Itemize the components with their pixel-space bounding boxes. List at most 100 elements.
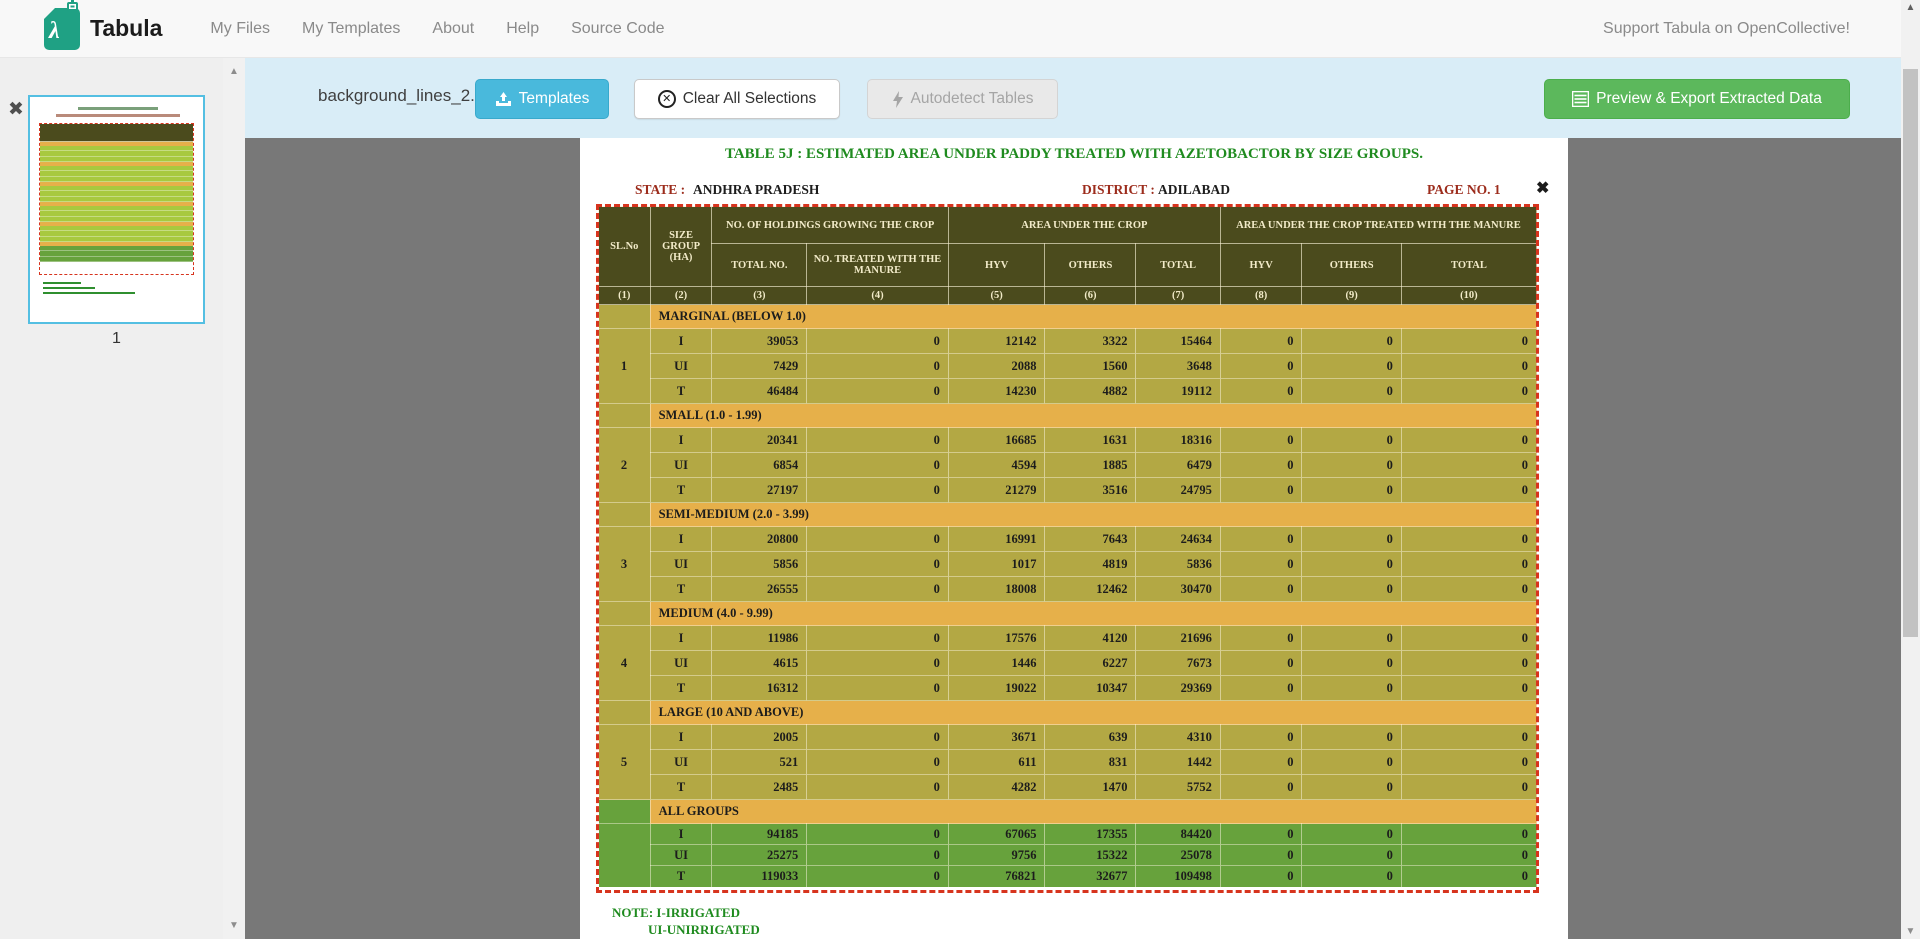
page-thumbnail[interactable] [28, 95, 205, 324]
nav-item-my-templates[interactable]: My Templates [286, 10, 416, 48]
value-cell: 1560 [1045, 354, 1136, 379]
group-header-row: MARGINAL (BELOW 1.0) [599, 305, 1537, 329]
group-slno-spacer [599, 305, 651, 329]
value-cell: 0 [1220, 577, 1302, 602]
value-cell: 15464 [1136, 329, 1220, 354]
column-number: (1) [599, 287, 651, 305]
column-subheader: TOTAL [1401, 244, 1536, 287]
nav-item-help[interactable]: Help [490, 10, 555, 48]
value-cell: 0 [1302, 577, 1401, 602]
value-cell: 0 [1401, 453, 1536, 478]
pdf-note-line1: NOTE: I-IRRIGATED [612, 905, 740, 921]
row-label-cell: T [650, 866, 712, 887]
value-cell: 84420 [1136, 824, 1220, 845]
scrollbar-thumb[interactable] [1903, 69, 1918, 637]
sidebar-scrollbar[interactable]: ▲ ▼ [223, 58, 245, 939]
value-cell: 0 [1220, 750, 1302, 775]
group-header-row: SMALL (1.0 - 1.99) [599, 404, 1537, 428]
table-row: 1I39053012142332215464000 [599, 329, 1537, 354]
value-cell: 29369 [1136, 676, 1220, 701]
value-cell: 0 [1302, 824, 1401, 845]
nav-item-source-code[interactable]: Source Code [555, 10, 680, 48]
value-cell: 27197 [712, 478, 807, 503]
value-cell: 26555 [712, 577, 807, 602]
clear-all-selections-button[interactable]: ✕ Clear All Selections [634, 79, 840, 119]
value-cell: 0 [1302, 379, 1401, 404]
value-cell: 0 [807, 379, 949, 404]
value-cell: 2005 [712, 725, 807, 750]
value-cell: 5856 [712, 552, 807, 577]
row-label-cell: I [650, 329, 712, 354]
value-cell: 0 [807, 552, 949, 577]
table-row: UI74290208815603648000 [599, 354, 1537, 379]
nav-item-my-files[interactable]: My Files [194, 10, 286, 48]
sidebar-scroll-down-icon[interactable]: ▼ [223, 920, 245, 931]
slno-cell [599, 824, 651, 887]
pages-sidebar: ✖ 1 ▲ ▼ [0, 58, 245, 939]
scroll-up-icon[interactable]: ▲ [1901, 2, 1920, 13]
circle-x-icon: ✕ [658, 90, 676, 108]
value-cell: 1631 [1045, 428, 1136, 453]
value-cell: 0 [807, 428, 949, 453]
value-cell: 0 [807, 725, 949, 750]
value-cell: 1885 [1045, 453, 1136, 478]
value-cell: 0 [1302, 453, 1401, 478]
value-cell: 0 [807, 626, 949, 651]
column-header: AREA UNDER THE CROP [948, 207, 1220, 244]
group-slno-spacer [599, 701, 651, 725]
tabula-logo-icon: λ [44, 8, 80, 50]
value-cell: 4282 [948, 775, 1045, 800]
value-cell: 0 [1401, 750, 1536, 775]
value-cell: 0 [1220, 676, 1302, 701]
column-number: (6) [1045, 287, 1136, 305]
group-label: MEDIUM (4.0 - 9.99) [650, 602, 1536, 626]
row-label-cell: I [650, 725, 712, 750]
pdf-glyph: λ [49, 18, 60, 45]
templates-button[interactable]: Templates [475, 79, 609, 119]
window-scrollbar[interactable]: ▲ ▼ [1901, 0, 1920, 939]
scroll-down-icon[interactable]: ▼ [1901, 926, 1920, 937]
autodetect-tables-button[interactable]: Autodetect Tables [867, 79, 1058, 119]
value-cell: 0 [1302, 478, 1401, 503]
value-cell: 0 [1401, 379, 1536, 404]
column-subheader: HYV [948, 244, 1045, 287]
table-row: 4I11986017576412021696000 [599, 626, 1537, 651]
selection-close-button[interactable]: ✖ [1536, 178, 1549, 198]
value-cell: 0 [1401, 824, 1536, 845]
value-cell: 0 [1302, 329, 1401, 354]
value-cell: 5836 [1136, 552, 1220, 577]
column-number: (5) [948, 287, 1045, 305]
value-cell: 4882 [1045, 379, 1136, 404]
value-cell: 16685 [948, 428, 1045, 453]
value-cell: 0 [1220, 428, 1302, 453]
sidebar-scroll-up-icon[interactable]: ▲ [223, 66, 245, 77]
value-cell: 0 [1302, 775, 1401, 800]
value-cell: 19022 [948, 676, 1045, 701]
value-cell: 25275 [712, 845, 807, 866]
value-cell: 25078 [1136, 845, 1220, 866]
value-cell: 0 [1401, 354, 1536, 379]
table-row: UI52106118311442000 [599, 750, 1537, 775]
filename-label: background_lines_2.pdf [318, 86, 499, 106]
page-no-label: PAGE NO. 1 [1427, 182, 1501, 198]
nav-item-about[interactable]: About [416, 10, 490, 48]
brand[interactable]: λ Tabula [44, 8, 162, 50]
pdf-page[interactable]: TABLE 5J : ESTIMATED AREA UNDER PADDY TR… [580, 138, 1568, 939]
remove-page-button[interactable]: ✖ [8, 98, 24, 121]
table-row: T11903307682132677109498000 [599, 866, 1537, 887]
value-cell: 46484 [712, 379, 807, 404]
support-link[interactable]: Support Tabula on OpenCollective! [1603, 20, 1850, 38]
column-header: AREA UNDER THE CROP TREATED WITH THE MAN… [1220, 207, 1536, 244]
autodetect-label: Autodetect Tables [911, 90, 1034, 108]
pdf-viewer-area: TABLE 5J : ESTIMATED AREA UNDER PADDY TR… [245, 138, 1901, 939]
table-row: UI58560101748195836000 [599, 552, 1537, 577]
value-cell: 831 [1045, 750, 1136, 775]
row-label-cell: I [650, 527, 712, 552]
preview-export-button[interactable]: Preview & Export Extracted Data [1544, 79, 1850, 119]
slno-cell: 2 [599, 428, 651, 503]
group-label: SMALL (1.0 - 1.99) [650, 404, 1536, 428]
document-toolbar: background_lines_2.pdf Templates ✕ Clear… [245, 58, 1901, 138]
value-cell: 0 [1302, 552, 1401, 577]
value-cell: 39053 [712, 329, 807, 354]
row-label-cell: I [650, 428, 712, 453]
